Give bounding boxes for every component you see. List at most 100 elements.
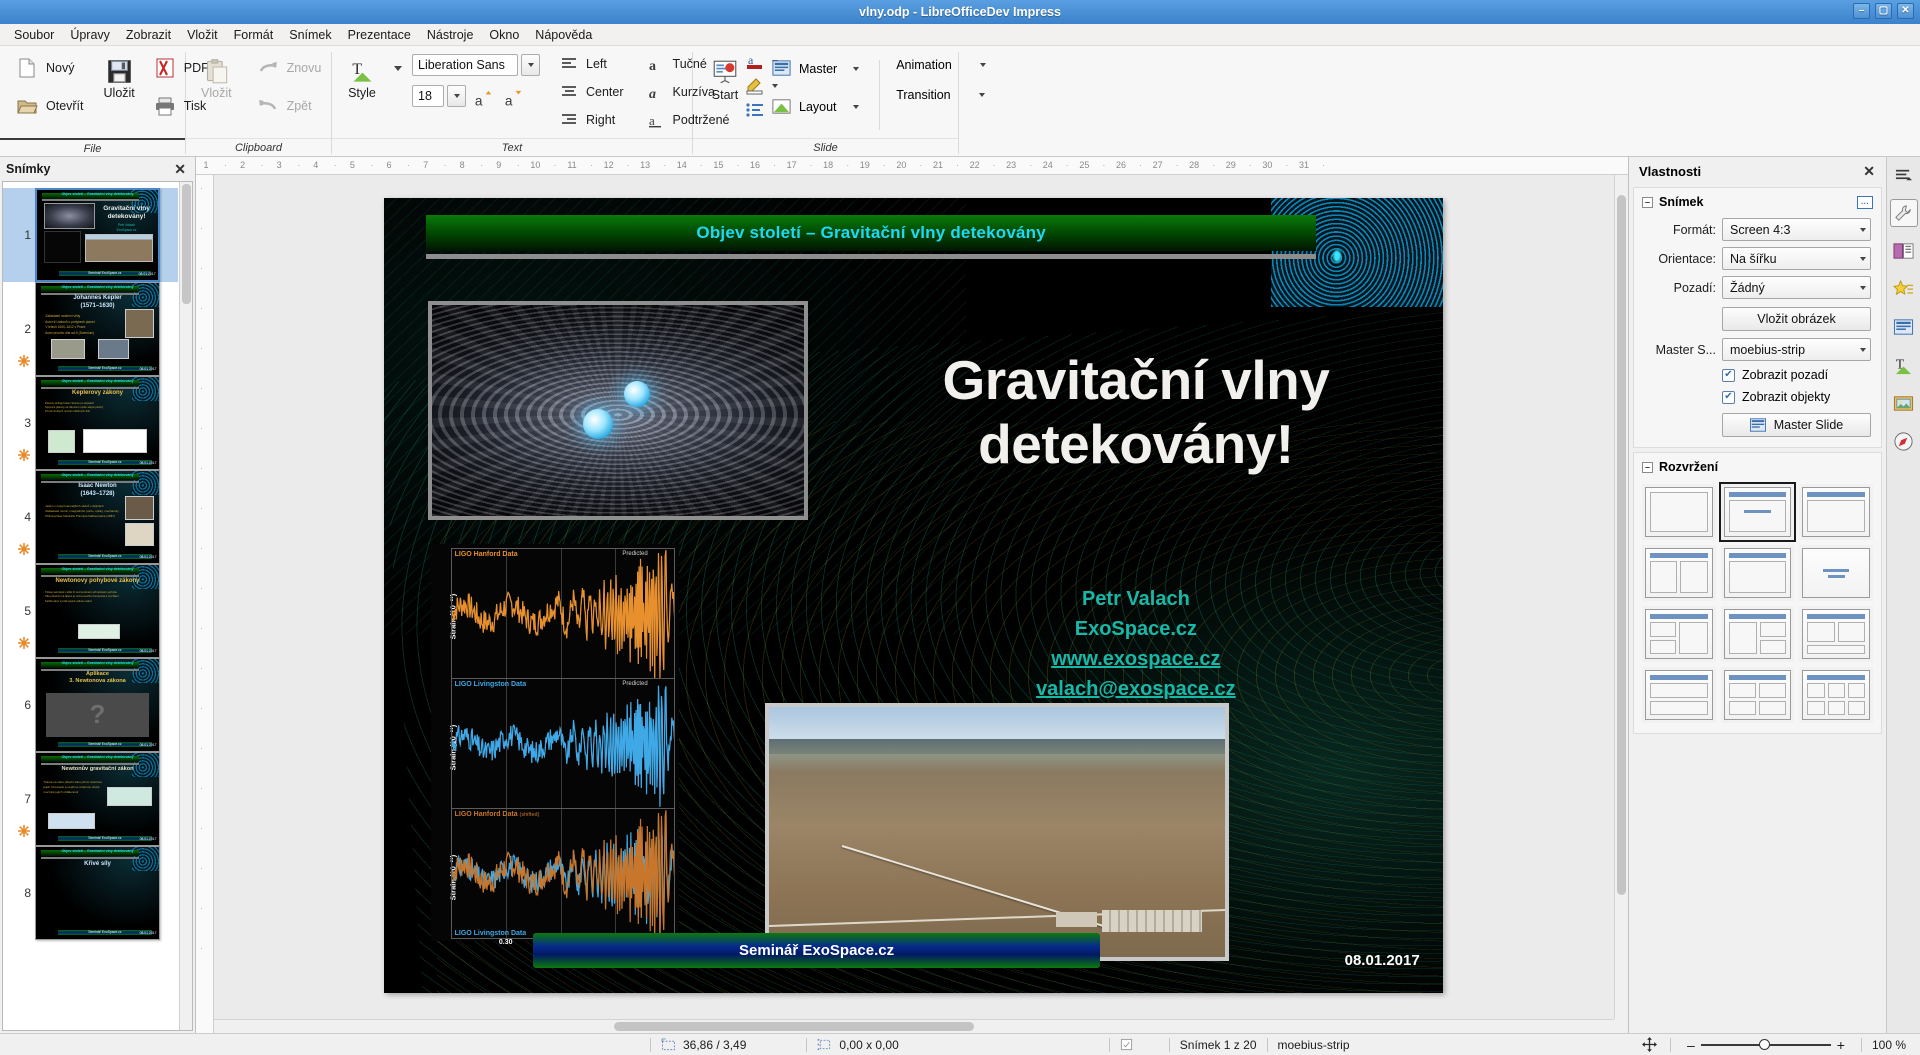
menu-soubor[interactable]: Soubor — [6, 25, 62, 45]
align-center-button[interactable]: Center — [554, 80, 631, 104]
close-button[interactable]: ✕ — [1897, 3, 1914, 19]
background-select[interactable]: Žádný — [1722, 276, 1871, 299]
font-name-dropdown[interactable] — [521, 54, 540, 76]
slide-thumbnail-item[interactable]: 4 Objev století – Gravitační vlny detekov… — [3, 470, 178, 564]
increase-font-size-icon[interactable]: a — [473, 89, 493, 109]
show-objects-checkbox[interactable]: ✔ — [1722, 390, 1735, 404]
slide-thumbnail-preview[interactable]: Objev století – Gravitační vlny deteková… — [35, 376, 160, 470]
open-button[interactable]: Otevřít — [8, 90, 91, 122]
layout-option-blank[interactable] — [1642, 484, 1716, 540]
style-button[interactable]: T Style — [340, 52, 384, 104]
slide-footer-bar[interactable]: Seminář ExoSpace.cz — [533, 932, 1100, 968]
slide-transition-icon[interactable] — [1890, 237, 1918, 265]
master-slide-button[interactable]: Master Slide — [1722, 413, 1871, 437]
transition-dropdown-caret[interactable] — [978, 93, 985, 97]
canvas-horizontal-scrollbar[interactable] — [214, 1019, 1614, 1033]
canvas-vertical-scrollbar-thumb[interactable] — [1617, 195, 1626, 895]
slide-thumbnail-item[interactable]: 5 Objev století – Gravitační vlny detekov… — [3, 564, 178, 658]
layout-option-title-two-left-one-right[interactable] — [1642, 606, 1716, 662]
menu-zobrazit[interactable]: Zobrazit — [118, 25, 179, 45]
menu-snimek[interactable]: Snímek — [281, 25, 339, 45]
slide-animation-icon[interactable] — [17, 542, 31, 556]
zoom-slider[interactable] — [1700, 1038, 1831, 1052]
layout-option-title-three-rows[interactable] — [1642, 667, 1716, 723]
decrease-font-size-icon[interactable]: a — [503, 89, 523, 109]
format-select[interactable]: Screen 4:3 — [1722, 218, 1871, 241]
layout-option-title-large-content[interactable] — [1720, 545, 1795, 601]
layout-button[interactable]: Layout — [765, 92, 865, 122]
style-dropdown-caret[interactable] — [394, 66, 402, 71]
save-button[interactable]: Uložit — [97, 52, 142, 104]
slide-properties-header[interactable]: – Snímek ··· — [1634, 192, 1881, 215]
slide-thumbnail-item[interactable]: 3 Objev století – Gravitační vlny detekov… — [3, 376, 178, 470]
menu-okno[interactable]: Okno — [481, 25, 527, 45]
new-button[interactable]: Nový — [8, 52, 91, 84]
layout-dropdown-caret[interactable] — [852, 105, 859, 109]
layout-option-centered-text[interactable] — [1799, 545, 1873, 601]
vertical-ruler[interactable]: · · · · · · · · · · · · · · · · · · · · — [196, 175, 214, 1033]
layout-option-title-content[interactable] — [1718, 482, 1797, 542]
layout-section-expander-icon[interactable]: – — [1642, 461, 1653, 473]
menu-napoveda[interactable]: Nápověda — [527, 25, 600, 45]
slide-thumbnail-item[interactable]: 1 Objev století – Gravitační vlny detekov… — [3, 188, 178, 282]
layout-option-title-one-left-two-right[interactable] — [1720, 606, 1795, 662]
zoom-slider-knob[interactable] — [1758, 1039, 1770, 1050]
undo-button[interactable]: Zpět — [249, 90, 329, 122]
menu-vlozit[interactable]: Vložit — [179, 25, 226, 45]
master-button[interactable]: Master — [765, 54, 865, 84]
slide-animation-icon[interactable] — [17, 354, 31, 368]
styles-icon[interactable]: T — [1890, 351, 1918, 379]
slide-header-bar[interactable]: Objev století – Gravitační vlny deteková… — [426, 214, 1316, 252]
menu-prezentace[interactable]: Prezentace — [340, 25, 419, 45]
canvas-horizontal-scrollbar-thumb[interactable] — [614, 1022, 974, 1031]
slide-animation-icon[interactable] — [17, 824, 31, 838]
font-size-dropdown[interactable] — [447, 85, 466, 107]
font-name-input[interactable] — [412, 54, 518, 76]
show-objects-row[interactable]: ✔ Zobrazit objekty — [1634, 386, 1881, 408]
ligo-chart-image[interactable]: Strain (10⁻²¹) Strain (10⁻²¹) Strain (10⁻²… — [430, 543, 680, 961]
slide-thumbnail-item[interactable]: 7 Objev století – Gravitační vlny detekov… — [3, 752, 178, 846]
gravitational-wave-image[interactable] — [428, 301, 808, 520]
transition-button[interactable]: Transition — [890, 84, 992, 106]
slide-thumbnail-item[interactable]: 6 Objev století – Gravitační vlny detekov… — [3, 658, 178, 752]
menu-upravy[interactable]: Úpravy — [62, 25, 118, 45]
layout-option-title-six-content[interactable] — [1799, 667, 1873, 723]
slide-animation-icon[interactable] — [17, 636, 31, 650]
zoom-in-button[interactable]: + — [1831, 1037, 1851, 1053]
zoom-level-value[interactable]: 100 % — [1872, 1038, 1906, 1052]
animation-dropdown-caret[interactable] — [979, 63, 986, 67]
layout-properties-header[interactable]: – Rozvržení — [1634, 457, 1881, 480]
slide-thumbnail-preview[interactable]: Objev století – Gravitační vlny deteková… — [35, 752, 160, 846]
slide-panel-close-icon[interactable]: ✕ — [171, 161, 189, 178]
slide-thumbnail-preview[interactable]: Objev století – Gravitační vlny deteková… — [35, 564, 160, 658]
paste-button[interactable]: Vložit — [194, 52, 239, 104]
current-slide[interactable]: Objev století – Gravitační vlny deteková… — [384, 198, 1443, 993]
slide-section-expander-icon[interactable]: – — [1642, 196, 1653, 208]
start-presentation-button[interactable]: Start — [701, 54, 749, 105]
canvas-vertical-scrollbar[interactable] — [1614, 175, 1628, 1019]
navigator-icon[interactable] — [1890, 427, 1918, 455]
slide-canvas[interactable]: Objev století – Gravitační vlny deteková… — [214, 175, 1628, 1033]
align-left-button[interactable]: Left — [554, 52, 631, 76]
master-slides-icon[interactable] — [1890, 313, 1918, 341]
show-background-row[interactable]: ✔ Zobrazit pozadí — [1634, 364, 1881, 386]
layout-option-title-four-content[interactable] — [1720, 667, 1795, 723]
animation-button[interactable]: Animation — [890, 54, 992, 76]
slide-subtitle[interactable]: Petr Valach ExoSpace.cz www.exospace.cz … — [861, 584, 1412, 704]
menu-format[interactable]: Formát — [226, 25, 282, 45]
minimize-button[interactable]: – — [1853, 3, 1870, 19]
slide-section-more-options-icon[interactable]: ··· — [1857, 195, 1873, 209]
slide-thumbnail-preview[interactable]: Objev století – Gravitační vlny deteková… — [35, 282, 160, 376]
show-background-checkbox[interactable]: ✔ — [1722, 368, 1735, 382]
orientation-select[interactable]: Na šířku — [1722, 247, 1871, 270]
font-size-input[interactable] — [412, 85, 444, 107]
horizontal-ruler[interactable]: 1 · 2 · 3 · 4 · 5 · 6 · 7 · 8 · 9 · 10 · 11 · 12 · 13 · 14 · 15 · 16 · 1… — [196, 157, 1628, 175]
slide-thumbnail-preview[interactable]: Objev století – Gravitační vlny deteková… — [35, 188, 160, 282]
insert-image-button[interactable]: Vložit obrázek — [1722, 307, 1871, 331]
layout-option-title-only-content[interactable] — [1799, 484, 1873, 540]
layout-option-title-two-top-one-bottom[interactable] — [1799, 606, 1873, 662]
sidebar-settings-icon[interactable] — [1890, 161, 1918, 189]
slide-panel-scrollbar-thumb[interactable] — [182, 184, 191, 304]
ligo-observatory-photo[interactable] — [765, 702, 1230, 962]
align-right-button[interactable]: Right — [554, 108, 631, 132]
